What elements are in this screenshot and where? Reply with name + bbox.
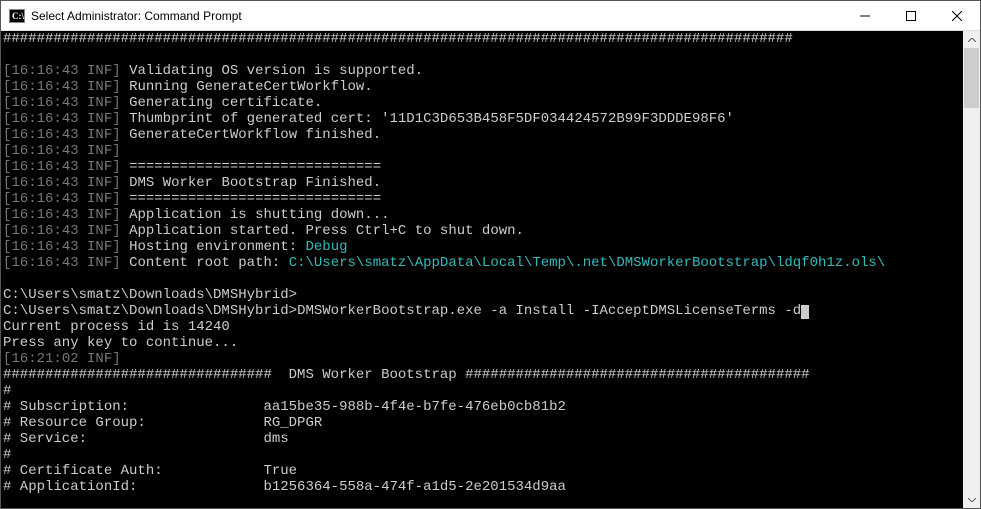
text-cursor — [801, 305, 809, 319]
window-frame: C:\ Select Administrator: Command Prompt… — [0, 0, 981, 509]
kv-label: # Resource Group: — [3, 415, 146, 431]
log-prefix: [16:16:43 INF] — [3, 223, 121, 239]
log-prefix: [16:16:43 INF] — [3, 191, 121, 207]
log-prefix: [16:16:43 INF] — [3, 175, 121, 191]
kv-label: # Certificate Auth: — [3, 463, 163, 479]
scroll-down-button[interactable] — [963, 491, 980, 508]
console-output[interactable]: ########################################… — [1, 31, 963, 508]
log-prefix: [16:21:02 INF] — [3, 351, 121, 367]
separator-eq: ============================== — [129, 159, 381, 175]
content-wrap: ########################################… — [1, 31, 980, 508]
log-line-part: Content root path: — [129, 255, 289, 271]
press-any-key: Press any key to continue... — [3, 335, 238, 351]
log-prefix: [16:16:43 INF] — [3, 111, 121, 127]
prompt: C:\Users\smatz\Downloads\DMSHybrid> — [3, 303, 297, 319]
log-prefix: [16:16:43 INF] — [3, 95, 121, 111]
log-prefix: [16:16:43 INF] — [3, 159, 121, 175]
typed-command: DMSWorkerBootstrap.exe -a Install -IAcce… — [297, 303, 801, 319]
log-prefix: [16:16:43 INF] — [3, 207, 121, 223]
hash: # — [3, 447, 11, 463]
vertical-scrollbar[interactable] — [963, 31, 980, 508]
log-prefix: [16:16:43 INF] — [3, 79, 121, 95]
kv-value: aa15be35-988b-4f4e-b7fe-476eb0cb81b2 — [263, 399, 565, 415]
log-line: Thumbprint of generated cert: '11D1C3D65… — [129, 111, 734, 127]
log-prefix: [16:16:43 INF] — [3, 143, 121, 159]
log-line: DMS Worker Bootstrap Finished. — [129, 175, 381, 191]
scroll-up-button[interactable] — [963, 31, 980, 48]
kv-label: # Subscription: — [3, 399, 129, 415]
maximize-button[interactable] — [888, 1, 934, 31]
log-line: GenerateCertWorkflow finished. — [129, 127, 381, 143]
kv-label: # ApplicationId: — [3, 479, 137, 495]
separator-eq: ============================== — [129, 191, 381, 207]
banner-hash-left: ################################ — [3, 367, 272, 383]
minimize-button[interactable] — [842, 1, 888, 31]
svg-text:C:\: C:\ — [12, 11, 24, 21]
log-line-part: Hosting environment: — [129, 239, 305, 255]
log-line: Application is shutting down... — [129, 207, 389, 223]
proc-line: Current process id is 14240 — [3, 319, 230, 335]
banner-title: DMS Worker Bootstrap — [289, 367, 457, 383]
log-line: Running GenerateCertWorkflow. — [129, 79, 373, 95]
log-prefix: [16:16:43 INF] — [3, 63, 121, 79]
kv-value: dms — [263, 431, 288, 447]
hash-row: ########################################… — [3, 31, 793, 47]
window-title: Select Administrator: Command Prompt — [31, 9, 242, 23]
prompt: C:\Users\smatz\Downloads\DMSHybrid> — [3, 287, 297, 303]
log-prefix: [16:16:43 INF] — [3, 127, 121, 143]
kv-value: b1256364-558a-474f-a1d5-2e201534d9aa — [263, 479, 565, 495]
hash: # — [3, 383, 11, 399]
close-button[interactable] — [934, 1, 980, 31]
kv-value: RG_DPGR — [263, 415, 322, 431]
log-prefix: [16:16:43 INF] — [3, 255, 121, 271]
kv-value: True — [263, 463, 297, 479]
banner-hash-right: ########################################… — [465, 367, 809, 383]
env-value: Debug — [306, 239, 348, 255]
path-value: C:\Users\smatz\AppData\Local\Temp\.net\D… — [289, 255, 886, 271]
title-bar[interactable]: C:\ Select Administrator: Command Prompt — [1, 1, 980, 31]
cmd-icon: C:\ — [9, 8, 25, 24]
log-prefix: [16:16:43 INF] — [3, 239, 121, 255]
log-line: Generating certificate. — [129, 95, 322, 111]
scroll-thumb[interactable] — [964, 48, 979, 108]
log-line: Validating OS version is supported. — [129, 63, 423, 79]
log-line: Application started. Press Ctrl+C to shu… — [129, 223, 524, 239]
kv-label: # Service: — [3, 431, 87, 447]
